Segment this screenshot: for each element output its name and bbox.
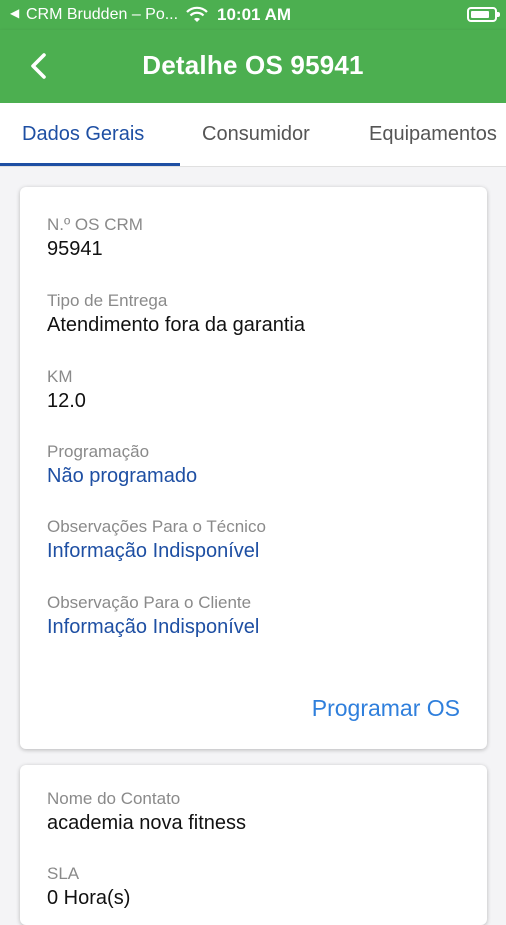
sla-value: 0 Hora(s) [47, 887, 131, 909]
tipo-entrega-value: Atendimento fora da garantia [47, 314, 305, 336]
sla-label: SLA [47, 864, 80, 883]
os-crm-label: N.º OS CRM [47, 215, 143, 234]
tipo-entrega-label: Tipo de Entrega [47, 291, 168, 310]
programacao-value[interactable]: Não programado [47, 465, 197, 488]
os-crm-value: 95941 [47, 238, 103, 260]
details-card: N.º OS CRM 95941 Tipo de Entrega Atendim… [20, 187, 487, 749]
battery-icon [467, 7, 500, 22]
nome-contato-label: Nome do Contato [47, 789, 181, 808]
app-bar: Detalhe OS 95941 [0, 30, 506, 103]
obs-tecnico-label: Observações Para o Técnico [47, 517, 266, 536]
back-to-app-icon[interactable]: ◀ [10, 6, 19, 20]
contact-card: Nome do Contato academia nova fitness SL… [20, 765, 487, 925]
status-time: 10:01 AM [217, 5, 292, 24]
tabs-divider [0, 166, 506, 167]
tab-dados-gerais[interactable]: Dados Gerais [22, 123, 144, 146]
status-bar: ◀ CRM Brudden – Po... 10:01 AM [0, 0, 506, 30]
obs-cliente-value[interactable]: Informação Indisponível [47, 616, 259, 639]
page-title: Detalhe OS 95941 [142, 50, 364, 80]
programar-os-button[interactable]: Programar OS [312, 695, 460, 722]
tab-bar: Dados Gerais Consumidor Equipamentos [0, 103, 506, 167]
obs-tecnico-value[interactable]: Informação Indisponível [47, 540, 259, 563]
tab-equipamentos[interactable]: Equipamentos [369, 123, 497, 146]
nome-contato-value: academia nova fitness [47, 812, 247, 834]
km-label: KM [47, 367, 73, 386]
km-value: 12.0 [47, 390, 86, 412]
tab-consumidor[interactable]: Consumidor [202, 123, 310, 146]
wifi-icon [186, 6, 208, 22]
status-app-name[interactable]: CRM Brudden – Po... [26, 6, 178, 24]
programacao-label: Programação [47, 442, 150, 461]
obs-cliente-label: Observação Para o Cliente [47, 593, 252, 612]
